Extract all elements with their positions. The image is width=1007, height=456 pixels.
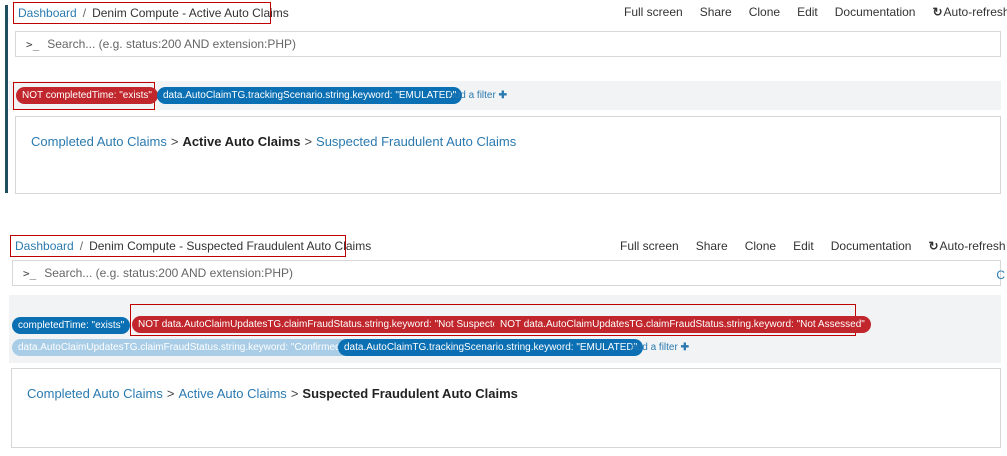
auto-refresh-button[interactable]: ↻Auto-refresh [928, 239, 1005, 253]
top-menu: Full screen Share Clone Edit Documentati… [624, 5, 1007, 19]
breadcrumb-separator: / [82, 6, 87, 20]
page-title: Denim Compute - Active Auto Claims [92, 6, 289, 20]
search-bar: >_ [12, 260, 1001, 286]
share-button[interactable]: Share [696, 239, 728, 253]
page-title: Denim Compute - Suspected Fraudulent Aut… [89, 239, 372, 253]
refresh-icon: ↻ [932, 5, 943, 19]
markdown-nav-panel: Completed Auto Claims > Active Auto Claims… [15, 116, 1001, 194]
auto-refresh-button[interactable]: ↻Auto-refresh [932, 5, 1007, 19]
filter-pill[interactable]: data.AutoClaimTG.trackingScenario.string… [157, 87, 463, 104]
nav-link-suspected-fraudulent-claims[interactable]: Suspected Fraudulent Auto Claims [316, 134, 516, 149]
nav-current-suspected-fraudulent-claims: Suspected Fraudulent Auto Claims [302, 386, 518, 401]
terminal-prompt-icon: >_ [26, 37, 40, 51]
edit-button[interactable]: Edit [797, 5, 818, 19]
share-button[interactable]: Share [700, 5, 732, 19]
filter-pill[interactable]: NOT completedTime: "exists" [16, 87, 158, 104]
markdown-nav-panel: Completed Auto Claims > Active Auto Claims… [11, 368, 1001, 448]
plus-icon: ✚ [498, 90, 507, 101]
documentation-button[interactable]: Documentation [831, 239, 912, 253]
filter-pill-disabled[interactable]: data.AutoClaimUpdatesTG.claimFraudStatus… [12, 339, 351, 356]
auto-refresh-label: Auto-refresh [943, 5, 1007, 19]
search-bar: >_ [15, 31, 1001, 57]
search-input[interactable] [47, 37, 748, 51]
add-filter-label: Add a filter [448, 90, 496, 101]
filter-pill[interactable]: data.AutoClaimTG.trackingScenario.string… [338, 339, 644, 356]
auto-refresh-label: Auto-refresh [939, 239, 1006, 253]
breadcrumb-dashboard-link[interactable]: Dashboard [15, 239, 74, 253]
nav-link-completed-claims[interactable]: Completed Auto Claims [27, 386, 163, 401]
panel-accent-bar [5, 5, 8, 193]
add-filter-button[interactable]: Add a filter ✚ [630, 342, 689, 353]
breadcrumb: Dashboard / Denim Compute - Active Auto … [13, 2, 289, 24]
add-filter-label: Add a filter [630, 342, 678, 353]
nav-separator: > [166, 386, 175, 401]
top-nav-bar: Dashboard / Denim Compute - Suspected Fr… [0, 233, 1007, 259]
top-menu: Full screen Share Clone Edit Documentati… [620, 239, 1006, 253]
filter-pill[interactable]: NOT data.AutoClaimUpdatesTG.claimFraudSt… [132, 316, 514, 333]
refresh-icon: ↻ [928, 239, 939, 253]
add-filter-button[interactable]: Add a filter ✚ [448, 90, 507, 101]
nav-separator: > [170, 134, 179, 149]
filter-pill[interactable]: NOT data.AutoClaimUpdatesTG.claimFraudSt… [494, 316, 871, 333]
breadcrumb-dashboard-link[interactable]: Dashboard [18, 6, 77, 20]
dashboard-nav-links: Completed Auto Claims > Active Auto Claims… [27, 386, 518, 401]
clone-button[interactable]: Clone [745, 239, 776, 253]
breadcrumb-separator: / [79, 239, 84, 253]
edit-button[interactable]: Edit [793, 239, 814, 253]
options-icon[interactable]: C [996, 268, 1005, 282]
dashboard-nav-links: Completed Auto Claims > Active Auto Claims… [31, 134, 516, 149]
dashboard-panel-suspected-fraudulent-claims: Dashboard / Denim Compute - Suspected Fr… [0, 233, 1007, 456]
filter-pill[interactable]: completedTime: "exists" [12, 317, 131, 334]
nav-separator: > [290, 386, 299, 401]
nav-link-completed-claims[interactable]: Completed Auto Claims [31, 134, 167, 149]
clone-button[interactable]: Clone [749, 5, 780, 19]
terminal-prompt-icon: >_ [23, 266, 37, 280]
plus-icon: ✚ [680, 342, 689, 353]
top-nav-bar: Dashboard / Denim Compute - Active Auto … [0, 0, 1007, 26]
nav-current-active-claims: Active Auto Claims [182, 134, 301, 149]
documentation-button[interactable]: Documentation [835, 5, 916, 19]
nav-separator: > [304, 134, 313, 149]
dashboard-panel-active-claims: Dashboard / Denim Compute - Active Auto … [0, 0, 1007, 200]
full-screen-button[interactable]: Full screen [620, 239, 679, 253]
nav-link-active-claims[interactable]: Active Auto Claims [178, 386, 286, 401]
search-input[interactable] [44, 266, 745, 280]
full-screen-button[interactable]: Full screen [624, 5, 683, 19]
breadcrumb: Dashboard / Denim Compute - Suspected Fr… [10, 235, 371, 257]
